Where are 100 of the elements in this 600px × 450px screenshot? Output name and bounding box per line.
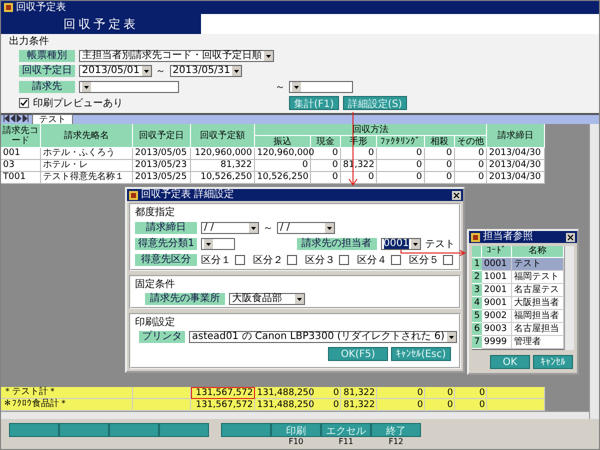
table-cell: 0 [377, 148, 425, 160]
field-label: 請求先の担当者 [296, 238, 377, 250]
table-cell: 0 [455, 172, 487, 184]
annotation-arrow [400, 250, 466, 256]
table-cell: 2013/05/25 [133, 172, 191, 184]
vertical-scrollbar[interactable] [564, 246, 574, 350]
column-header: 回収予定額 [191, 124, 255, 148]
caret-icon [232, 66, 242, 76]
list-cell[interactable]: テスト [512, 258, 564, 271]
table-cell: 120,960,000 [191, 148, 255, 160]
checkbox[interactable] [339, 255, 349, 265]
column-header: 相殺 [425, 136, 455, 148]
app-icon [129, 190, 138, 200]
caret-icon [82, 82, 91, 92]
field-label: 回収予定日 [19, 65, 75, 77]
date-field[interactable]: 2013/05/01 [79, 65, 152, 77]
checkbox[interactable] [443, 255, 453, 265]
field-label: 得意先分類1 [135, 238, 197, 250]
section-heading: 都度指定 [135, 207, 176, 219]
vertical-scrollbar[interactable] [589, 124, 599, 419]
list-cell[interactable]: 9999 [482, 336, 512, 349]
list-cell[interactable]: 福岡テスト [512, 271, 564, 284]
select-field[interactable] [201, 238, 235, 250]
row-number: 6 [472, 323, 482, 336]
total-cell [133, 387, 191, 399]
row-number: 4 [472, 297, 482, 310]
select-field[interactable]: 大阪食品部 [229, 293, 305, 305]
column-header: 請求締日 [487, 124, 545, 148]
tab-navigation-icon[interactable] [3, 115, 29, 122]
select-field[interactable] [79, 81, 179, 93]
table-cell: 10,526,250 [191, 172, 255, 184]
list-cell[interactable]: 2001 [482, 284, 512, 297]
list-cell[interactable]: 福岡担当者 [512, 310, 564, 323]
checkbox[interactable] [287, 255, 297, 265]
table-cell: 0 [455, 160, 487, 172]
row-number: 7 [472, 336, 482, 349]
column-header: 回収予定日 [133, 124, 191, 148]
checkbox-label: 区分２ [253, 254, 283, 267]
checkbox[interactable] [391, 255, 401, 265]
section-heading: 印刷設定 [135, 317, 176, 329]
total-label: ＊テスト計＊ [1, 387, 133, 399]
app-icon [4, 3, 13, 12]
horizontal-scrollbar[interactable] [1, 411, 589, 419]
select-field[interactable]: astead01 の Canon LBP3300 (リダイレクトされた 6) [189, 331, 456, 343]
table-cell: 0 [311, 160, 341, 172]
checkbox-label: 区分１ [201, 254, 231, 267]
dialog-title: 担当者参照 [483, 231, 533, 243]
table-cell: ホテル・ふくろう [41, 148, 133, 160]
column-header: 請求先略名 [41, 124, 133, 148]
date-field[interactable]: / / [277, 222, 335, 234]
table-cell: 0 [311, 172, 341, 184]
list-cell[interactable]: 管理者 [512, 336, 564, 349]
close-icon[interactable] [452, 190, 461, 200]
window-title: 回収予定表 [16, 2, 66, 14]
date-field[interactable]: 2013/05/31 [170, 65, 242, 77]
caret-icon [411, 239, 420, 249]
field-label: 請求締日 [135, 222, 197, 234]
key-hint: F10 [288, 437, 304, 446]
column-header: 現金 [311, 136, 341, 148]
total-cell [487, 387, 545, 399]
checkbox-label: 印刷プレビューあり [33, 96, 123, 110]
range-separator: ～ [263, 222, 273, 235]
range-separator: ～ [156, 65, 166, 78]
checkbox-label: 区分５ [409, 254, 439, 267]
list-cell[interactable]: 9001 [482, 297, 512, 310]
checkbox[interactable] [19, 98, 29, 108]
sheet-tab[interactable]: テスト [32, 114, 73, 124]
table-cell: テスト得意先名称１ [41, 172, 133, 184]
caret-icon [292, 82, 301, 92]
list-cell[interactable]: 9003 [482, 323, 512, 336]
column-header: 請求先コード [1, 124, 41, 148]
caret-icon [204, 239, 213, 249]
section-heading: 固定条件 [135, 279, 176, 291]
field-label: 請求先の事業所 [145, 293, 225, 305]
list-cell[interactable]: 1001 [482, 271, 512, 284]
total-cell: 81,322 [341, 387, 377, 399]
list-cell[interactable]: 9002 [482, 310, 512, 323]
column-header: ｺｰﾄﾞ [482, 246, 512, 258]
select-field[interactable] [289, 81, 353, 93]
table-cell: 0 [425, 172, 455, 184]
column-header: 振込 [255, 136, 311, 148]
field-label: 帳票種別 [19, 50, 75, 62]
list-cell[interactable]: 0001 [482, 258, 512, 271]
list-cell[interactable]: 名古屋テス [512, 284, 564, 297]
table-cell: 0 [425, 160, 455, 172]
list-cell[interactable]: 大阪担当者 [512, 297, 564, 310]
key-hint: F11 [338, 437, 354, 446]
field-label: 得意先区分 [135, 254, 197, 266]
caret-icon [325, 223, 334, 233]
caret-icon [295, 294, 304, 304]
select-field[interactable]: 主担当者別請求先コード・回収予定日順 [79, 50, 274, 62]
caret-icon [264, 51, 273, 61]
date-field[interactable]: / / [201, 222, 259, 234]
close-icon[interactable] [566, 232, 575, 242]
checkbox[interactable] [235, 255, 245, 265]
list-cell[interactable]: 名古屋担当 [512, 323, 564, 336]
field-label: 請求先 [19, 81, 75, 93]
select-field[interactable]: 0001 [380, 238, 421, 250]
checkbox-label: 区分３ [305, 254, 335, 267]
row-number: 3 [472, 284, 482, 297]
